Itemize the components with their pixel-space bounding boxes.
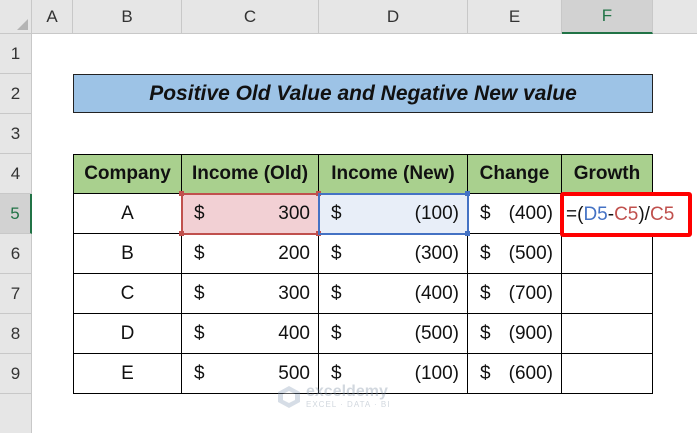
- income-new-value: (100): [414, 362, 459, 384]
- cell-income-old[interactable]: $200: [182, 234, 319, 274]
- formula-close-div: )/: [638, 203, 650, 225]
- cell-income-old[interactable]: $300: [182, 274, 319, 314]
- formula-ref-d5-outline: [318, 193, 469, 235]
- row-header-5[interactable]: 5: [0, 194, 32, 234]
- income-old-value: 200: [278, 242, 310, 264]
- row-header-7[interactable]: 7: [0, 274, 32, 314]
- change-value: (900): [508, 322, 553, 344]
- cell-company[interactable]: C: [73, 274, 182, 314]
- cell-growth[interactable]: [562, 274, 653, 314]
- income-new-value: (400): [414, 282, 459, 304]
- select-all-triangle-icon: [17, 19, 28, 30]
- cell-company[interactable]: D: [73, 314, 182, 354]
- column-header-e[interactable]: E: [468, 0, 562, 34]
- currency-symbol: $: [480, 242, 491, 264]
- row-header-1[interactable]: 1: [0, 34, 32, 74]
- row-header-3[interactable]: 3: [0, 114, 32, 154]
- ref-handle[interactable]: [465, 191, 470, 196]
- formula-ref-c5-divisor: C5: [649, 203, 675, 225]
- column-header-f[interactable]: F: [562, 0, 653, 34]
- income-old-value: 500: [278, 362, 310, 384]
- header-income-new[interactable]: Income (New): [319, 154, 468, 194]
- change-value: (400): [508, 202, 553, 224]
- row-header-4[interactable]: 4: [0, 154, 32, 194]
- header-change[interactable]: Change: [468, 154, 562, 194]
- cell-growth[interactable]: [562, 354, 653, 394]
- ref-handle[interactable]: [179, 231, 184, 236]
- column-header-b[interactable]: B: [73, 0, 182, 34]
- currency-symbol: $: [331, 322, 342, 344]
- cell-change[interactable]: $ (900): [468, 314, 562, 354]
- income-new-value: (300): [414, 242, 459, 264]
- income-old-value: 300: [278, 282, 310, 304]
- cell-change[interactable]: $ (500): [468, 234, 562, 274]
- cell-growth[interactable]: [562, 234, 653, 274]
- currency-symbol: $: [194, 322, 205, 344]
- header-growth[interactable]: Growth: [562, 154, 653, 194]
- header-income-old[interactable]: Income (Old): [182, 154, 319, 194]
- select-all-corner[interactable]: [0, 0, 32, 34]
- income-new-value: (500): [414, 322, 459, 344]
- currency-symbol: $: [480, 362, 491, 384]
- income-old-value: 400: [278, 322, 310, 344]
- cell-company[interactable]: E: [73, 354, 182, 394]
- formula-eq-open: =(: [566, 203, 584, 225]
- cell-change[interactable]: $ (700): [468, 274, 562, 314]
- change-value: (500): [508, 242, 553, 264]
- cell-income-new[interactable]: $ (300): [319, 234, 468, 274]
- row-header-2[interactable]: 2: [0, 74, 32, 114]
- formula-ref-c5: C5: [614, 203, 639, 225]
- currency-symbol: $: [480, 282, 491, 304]
- change-value: (700): [508, 282, 553, 304]
- formula-ref-c5-outline: [181, 193, 320, 235]
- cell-income-new[interactable]: $ (500): [319, 314, 468, 354]
- column-header-a[interactable]: A: [32, 0, 73, 34]
- cell-income-old[interactable]: $400: [182, 314, 319, 354]
- currency-symbol: $: [194, 362, 205, 384]
- cell-change[interactable]: $ (600): [468, 354, 562, 394]
- cell-growth[interactable]: [562, 314, 653, 354]
- currency-symbol: $: [480, 202, 491, 224]
- ref-handle[interactable]: [465, 231, 470, 236]
- currency-symbol: $: [194, 242, 205, 264]
- row-header-8[interactable]: 8: [0, 314, 32, 354]
- currency-symbol: $: [331, 282, 342, 304]
- exceldemy-watermark: exceldemy EXCEL · DATA · BI: [276, 384, 390, 410]
- formula-ref-d5: D5: [583, 203, 608, 225]
- ref-handle[interactable]: [179, 191, 184, 196]
- row-header-9[interactable]: 9: [0, 354, 32, 394]
- currency-symbol: $: [331, 242, 342, 264]
- row-header-10: [0, 394, 32, 433]
- cell-income-new[interactable]: $ (400): [319, 274, 468, 314]
- header-company[interactable]: Company: [73, 154, 182, 194]
- column-header-c[interactable]: C: [182, 0, 319, 34]
- row-header-6[interactable]: 6: [0, 234, 32, 274]
- change-value: (600): [508, 362, 553, 384]
- title-cell[interactable]: Positive Old Value and Negative New valu…: [73, 74, 653, 113]
- currency-symbol: $: [194, 282, 205, 304]
- exceldemy-logo-icon: [278, 386, 300, 408]
- cell-change[interactable]: $ (400): [468, 194, 562, 234]
- watermark-main-text: exceldemy: [306, 383, 388, 400]
- currency-symbol: $: [480, 322, 491, 344]
- column-header-d[interactable]: D: [319, 0, 468, 34]
- currency-symbol: $: [331, 362, 342, 384]
- formula-edit-cell[interactable]: =( D5 - C5 )/ C5: [560, 192, 692, 237]
- cell-company[interactable]: A: [73, 194, 182, 234]
- watermark-sub-text: EXCEL · DATA · BI: [306, 400, 391, 409]
- cell-company[interactable]: B: [73, 234, 182, 274]
- column-header-g: [653, 0, 697, 34]
